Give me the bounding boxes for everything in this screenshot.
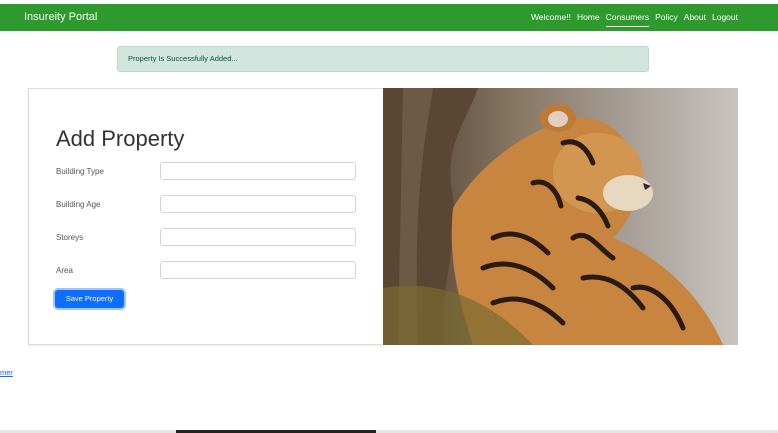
nav-home[interactable]: Home <box>577 12 600 27</box>
nav-links: Welcome!! Home Consumers Policy About Lo… <box>531 12 738 27</box>
tiger-photo <box>383 88 738 345</box>
nav-consumers[interactable]: Consumers <box>605 12 650 27</box>
add-property-card: Add Property Building Type Building Age … <box>28 88 383 345</box>
label-storeys: Storeys <box>56 233 84 242</box>
label-building-type: Building Type <box>56 167 104 176</box>
save-property-button[interactable]: Save Property <box>55 290 124 308</box>
area-input[interactable] <box>160 261 356 279</box>
building-type-input[interactable] <box>160 162 356 180</box>
nav-welcome: Welcome!! <box>530 12 571 22</box>
nav-logout[interactable]: Logout <box>712 12 738 27</box>
nav-about[interactable]: About <box>684 12 706 27</box>
nav-policy[interactable]: Policy <box>655 12 678 27</box>
label-area: Area <box>56 266 73 275</box>
form-title: Add Property <box>56 126 185 151</box>
success-alert: Property Is Successfully Added... <box>117 46 649 72</box>
navbar: Insureity Portal Welcome!! Home Consumer… <box>0 4 778 31</box>
storeys-input[interactable] <box>160 228 356 246</box>
building-age-input[interactable] <box>160 195 356 213</box>
brand-logo[interactable]: Insureity Portal <box>24 11 97 23</box>
tiger-image-icon <box>383 88 723 345</box>
label-building-age: Building Age <box>56 200 101 209</box>
footer-link[interactable]: mer <box>0 368 13 377</box>
